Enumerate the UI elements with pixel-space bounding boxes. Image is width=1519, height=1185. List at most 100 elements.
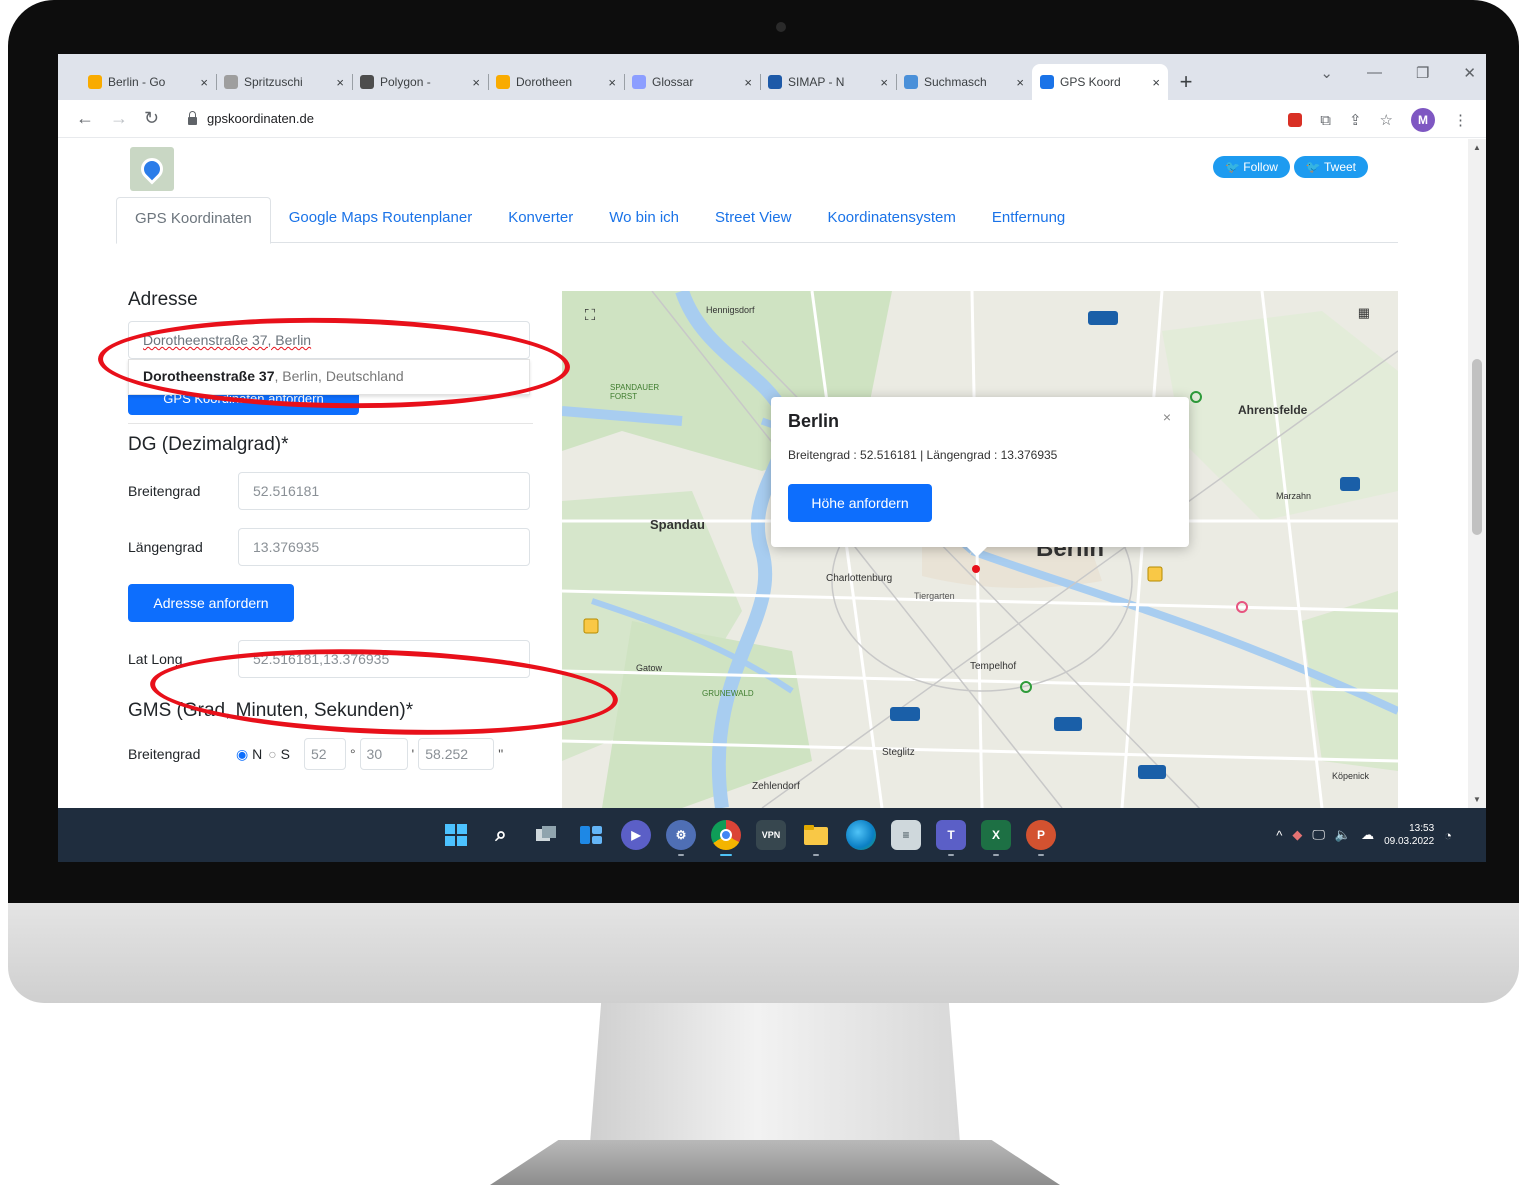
widgets-icon[interactable] (576, 820, 606, 850)
nav-tab[interactable]: Wo bin ich (591, 197, 697, 242)
file-explorer-icon[interactable] (801, 820, 831, 856)
dg-lat-input[interactable]: 52.516181 (238, 472, 530, 510)
browser-tab[interactable]: Polygon - × (352, 64, 488, 100)
scrollbar-thumb[interactable] (1472, 359, 1482, 535)
tab-title: Dorotheen (516, 75, 573, 89)
nav-tab[interactable]: Entfernung (974, 197, 1083, 242)
nav-tab[interactable]: GPS Koordinaten (116, 197, 271, 244)
notifications-icon[interactable]: ◔ (1444, 828, 1452, 843)
tab-close-icon[interactable]: × (472, 75, 480, 90)
tab-close-icon[interactable]: × (336, 75, 344, 90)
share-icon[interactable]: ⇪ (1349, 111, 1362, 129)
onedrive-icon[interactable]: ☁ (1361, 827, 1374, 843)
dg-lng-label: Längengrad (128, 539, 203, 555)
radio-s[interactable]: ○ S (268, 746, 290, 762)
radio-n[interactable]: ◉ N (236, 746, 262, 763)
browser-tab[interactable]: Suchmasch × (896, 64, 1032, 100)
tab-title: Berlin - Go (108, 75, 166, 89)
scroll-up-icon[interactable]: ▲ (1473, 143, 1481, 152)
social-buttons: 🐦 Follow 🐦 Tweet (1212, 156, 1368, 178)
forward-icon[interactable]: → (110, 108, 128, 129)
reload-icon[interactable]: ↻ (144, 108, 159, 129)
tab-close-icon[interactable]: × (744, 75, 752, 90)
elevation-request-button[interactable]: Höhe anfordern (788, 484, 932, 522)
gms-deg-input[interactable]: 52 (303, 738, 346, 770)
dg-heading: DG (Dezimalgrad)* (128, 434, 289, 455)
system-tray: ^ ◆ 🖵 🔈 ☁ 13:53 09.03.2022 ◔ (1276, 822, 1452, 848)
dg-lng-input[interactable]: 13.376935 (238, 528, 530, 566)
tab-title: SIMAP - N (788, 75, 845, 89)
search-icon[interactable]: ⌕ (486, 820, 516, 850)
popup-title: Berlin (788, 411, 840, 431)
nav-tab[interactable]: Konverter (490, 197, 591, 242)
map-label-kopenick: Köpenick (1332, 771, 1370, 781)
tab-search-icon[interactable]: ⌄ (1320, 64, 1333, 82)
new-tab-button[interactable]: + (1168, 64, 1204, 100)
map-label-hennigsdorf: Hennigsdorf (706, 305, 755, 315)
restore-button[interactable]: ❐ (1416, 64, 1429, 82)
dg-lat-label: Breitengrad (128, 483, 201, 499)
translate-icon[interactable]: ⧉ (1320, 112, 1331, 129)
layers-icon[interactable]: ▦ (1358, 305, 1370, 321)
tab-favicon-icon (1040, 75, 1054, 89)
minute-symbol: ' (411, 746, 415, 762)
extension-icon[interactable] (1288, 113, 1303, 127)
toolbar-icons: ⧉ ⇪ ☆ M ⋮ (1288, 108, 1468, 132)
fullscreen-icon[interactable]: ⛶ (578, 307, 602, 331)
volume-icon[interactable]: 🔈 (1335, 827, 1351, 843)
tab-close-icon[interactable]: × (200, 75, 208, 90)
address-bar[interactable]: gpskoordinaten.de (178, 104, 314, 134)
bookmark-star-icon[interactable]: ☆ (1380, 111, 1393, 129)
tab-close-icon[interactable]: × (1016, 75, 1024, 90)
webcam (776, 22, 786, 32)
nav-tab[interactable]: Koordinatensystem (809, 197, 973, 242)
page-scrollbar[interactable]: ▲ ▼ (1468, 139, 1486, 808)
twitter-follow-button[interactable]: 🐦 Follow (1212, 156, 1290, 178)
excel-icon[interactable]: X (981, 820, 1011, 856)
gms-lat-label: Breitengrad (128, 746, 201, 762)
browser-tab[interactable]: Glossar × (624, 64, 760, 100)
start-icon[interactable] (441, 820, 471, 850)
browser-tab[interactable]: SIMAP - N × (760, 64, 896, 100)
gms-min-input[interactable]: 30 (359, 738, 408, 770)
clock[interactable]: 13:53 09.03.2022 (1384, 822, 1434, 848)
map-label-tiergarten: Tiergarten (914, 591, 955, 601)
network-icon[interactable]: 🖵 (1312, 827, 1325, 843)
menu-kebab-icon[interactable]: ⋮ (1453, 111, 1468, 129)
edge-icon[interactable] (846, 820, 876, 850)
address-request-button[interactable]: Adresse anfordern (128, 584, 294, 622)
tab-favicon-icon (496, 75, 510, 89)
profile-avatar[interactable]: M (1411, 108, 1435, 132)
teams-icon[interactable]: T (936, 820, 966, 856)
tab-close-icon[interactable]: × (608, 75, 616, 90)
gms-deg-value: 52 (310, 746, 327, 762)
minimize-button[interactable]: — (1367, 64, 1382, 82)
popup-close-icon[interactable]: × (1163, 409, 1171, 425)
twitter-tweet-button[interactable]: 🐦 Tweet (1293, 156, 1368, 178)
gms-sec-input[interactable]: 58.252 (418, 738, 495, 770)
settings-gear-icon[interactable]: ⚙ (666, 820, 696, 856)
nav-tab[interactable]: Google Maps Routenplaner (271, 197, 490, 242)
task-view-icon[interactable] (531, 820, 561, 850)
map-label-charlottenburg: Charlottenburg (826, 573, 893, 584)
notepad-icon[interactable]: ≡ (891, 820, 921, 850)
site-logo[interactable] (130, 147, 174, 191)
back-icon[interactable]: ← (76, 108, 94, 129)
browser-tab[interactable]: Berlin - Go × (80, 64, 216, 100)
tab-title: Spritzuschi (244, 75, 303, 89)
vpn-icon[interactable]: VPN (756, 820, 786, 850)
close-window-button[interactable]: ✕ (1463, 64, 1476, 82)
tab-close-icon[interactable]: × (1152, 75, 1160, 90)
tab-close-icon[interactable]: × (880, 75, 888, 90)
chrome-icon[interactable] (711, 820, 741, 856)
teams-chat-icon[interactable]: ▶ (621, 820, 651, 850)
scroll-down-icon[interactable]: ▼ (1473, 795, 1481, 804)
powerpoint-icon[interactable]: P (1026, 820, 1056, 856)
browser-tab[interactable]: Dorotheen × (488, 64, 624, 100)
dg-lat-value: 52.516181 (253, 483, 320, 499)
nav-tab[interactable]: Street View (697, 197, 809, 242)
tray-app-icon[interactable]: ◆ (1292, 827, 1302, 843)
browser-tab[interactable]: GPS Koord × (1032, 64, 1168, 100)
tray-overflow-icon[interactable]: ^ (1276, 828, 1282, 843)
browser-tab[interactable]: Spritzuschi × (216, 64, 352, 100)
